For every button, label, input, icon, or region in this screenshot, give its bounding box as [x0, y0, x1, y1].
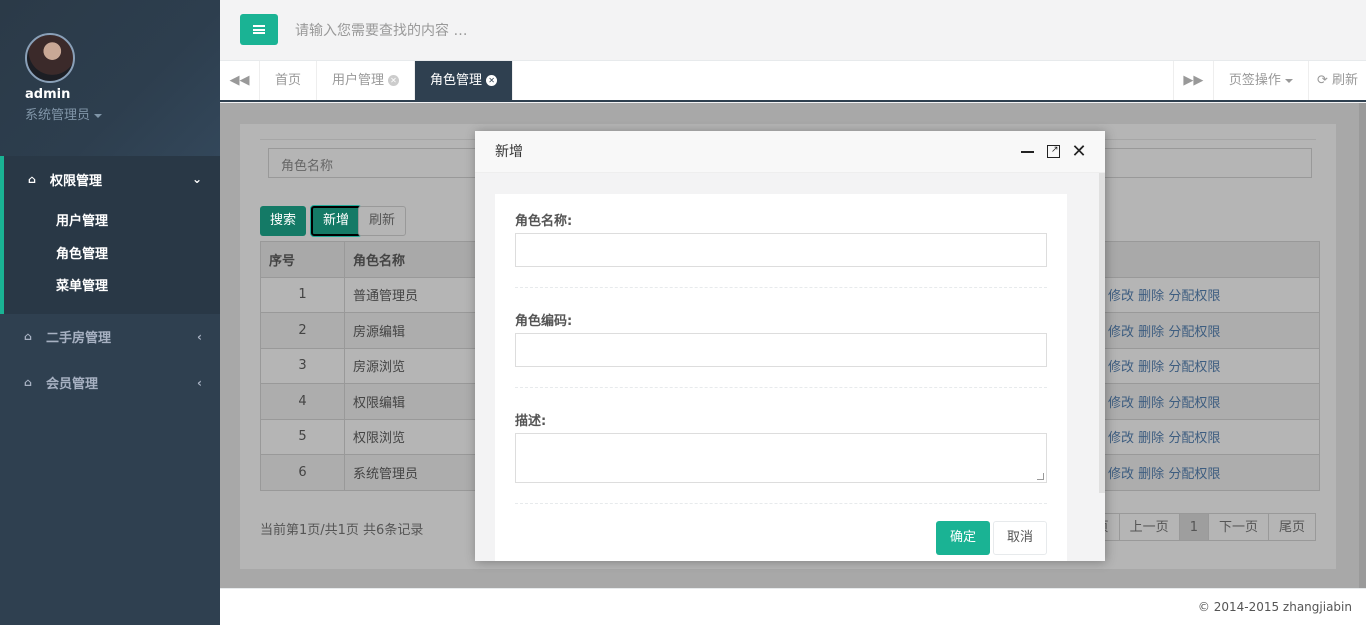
nav-head-members[interactable]: ⌂ 会员管理 ‹: [0, 360, 220, 406]
refresh-tab-button[interactable]: ⟳ 刷新: [1307, 61, 1366, 100]
home-icon: ⌂: [28, 172, 36, 186]
tab-home[interactable]: 首页: [260, 61, 318, 100]
menu-toggle-button[interactable]: [240, 14, 278, 45]
row-no: 4: [260, 383, 345, 420]
tab-bar: ◀◀ 首页 用户管理 ✕ 角色管理 ✕ ▶▶ 页签操作 ⟳ 刷新: [220, 61, 1366, 102]
row-no: 3: [260, 347, 345, 384]
dialog-body: 角色名称: 角色编码: 描述: 确定 取消: [495, 194, 1067, 561]
assign-permissions-link[interactable]: 分配权限: [1168, 289, 1220, 304]
next-page-button[interactable]: 下一页: [1207, 513, 1269, 541]
delete-link[interactable]: 删除: [1138, 431, 1164, 446]
delete-link[interactable]: 删除: [1138, 467, 1164, 482]
assign-permissions-link[interactable]: 分配权限: [1168, 467, 1220, 482]
confirm-button[interactable]: 确定: [936, 521, 990, 555]
footer: © 2014-2015 zhangjiabin: [220, 588, 1366, 625]
delete-link[interactable]: 删除: [1138, 360, 1164, 375]
nav-group-house: ⌂ 二手房管理 ‹: [0, 314, 220, 360]
chevron-down-icon: ⌄: [191, 172, 202, 186]
refresh-button[interactable]: 刷新: [358, 206, 407, 236]
user-name: admin: [25, 87, 71, 102]
nav-group-members: ⌂ 会员管理 ‹: [0, 360, 220, 406]
caret-down-icon: [94, 113, 103, 118]
row-actions: 修改 删除 分配权限: [1099, 312, 1320, 349]
home-icon: ⌂: [24, 376, 32, 389]
double-left-icon: ◀◀: [229, 73, 250, 88]
tab-roles[interactable]: 角色管理 ✕: [415, 61, 514, 100]
avatar[interactable]: [25, 33, 75, 83]
role-code-field[interactable]: [515, 333, 1047, 367]
desc-label: 描述:: [515, 414, 547, 429]
add-button[interactable]: 新增: [311, 206, 362, 236]
close-icon[interactable]: ✕: [388, 75, 400, 86]
edit-link[interactable]: 修改: [1108, 396, 1134, 411]
nav-head-house[interactable]: ⌂ 二手房管理 ‹: [0, 314, 220, 360]
assign-permissions-link[interactable]: 分配权限: [1168, 325, 1220, 340]
edit-link[interactable]: 修改: [1108, 289, 1134, 304]
pager: 页 上一页 1 下一页 尾页: [1084, 513, 1316, 541]
close-icon[interactable]: ✕: [486, 75, 498, 86]
search-button[interactable]: 搜索: [260, 206, 307, 236]
nav-group-permissions: ⌂ 权限管理 ⌄ 用户管理 角色管理 菜单管理: [0, 156, 220, 314]
page-info: 当前第1页/共1页 共6条记录: [260, 523, 424, 538]
dialog-header: 新增: [475, 131, 1105, 173]
sidebar: admin 系统管理员 ⌂ 权限管理 ⌄ 用户管理 角色管理 菜单管理 ⌂ 二手…: [0, 0, 220, 625]
assign-permissions-link[interactable]: 分配权限: [1168, 396, 1220, 411]
last-page-button[interactable]: 尾页: [1267, 513, 1316, 541]
role-code-label: 角色编码:: [515, 314, 573, 329]
row-actions: 修改 删除 分配权限: [1099, 454, 1320, 491]
delete-link[interactable]: 删除: [1138, 325, 1164, 340]
tabs-scroll-left-button[interactable]: ◀◀: [220, 61, 260, 100]
delete-link[interactable]: 删除: [1138, 396, 1164, 411]
dialog-scrollbar[interactable]: [1099, 173, 1105, 493]
refresh-icon: ⟳: [1316, 73, 1328, 88]
edit-link[interactable]: 修改: [1108, 360, 1134, 375]
hamburger-icon: [253, 24, 265, 36]
sidebar-item-users[interactable]: 用户管理: [56, 206, 220, 239]
row-no: 5: [260, 418, 345, 455]
row-no: 6: [260, 454, 345, 491]
maximize-icon[interactable]: ↗: [1045, 143, 1061, 159]
edit-link[interactable]: 修改: [1108, 431, 1134, 446]
row-no: 2: [260, 312, 345, 349]
tabs-scroll-right-button[interactable]: ▶▶: [1172, 61, 1213, 100]
home-icon: ⌂: [24, 330, 32, 343]
desc-textarea[interactable]: [515, 433, 1047, 483]
row-actions: 修改 删除 分配权限: [1099, 418, 1320, 455]
topbar: 请输入您需要查找的内容 …: [220, 0, 1366, 61]
user-role-dropdown[interactable]: 系统管理员: [25, 104, 220, 123]
dialog-title: 新增: [495, 144, 523, 160]
double-right-icon: ▶▶: [1183, 73, 1204, 88]
chevron-left-icon: ‹: [197, 375, 202, 390]
tab-users[interactable]: 用户管理 ✕: [317, 61, 416, 100]
add-role-dialog: 新增 ↗ ✕ 角色名称: 角色编码: 描述: 确定 取消: [475, 131, 1105, 561]
nav-head-permissions[interactable]: ⌂ 权限管理 ⌄: [4, 156, 220, 202]
delete-link[interactable]: 删除: [1138, 289, 1164, 304]
assign-permissions-link[interactable]: 分配权限: [1168, 431, 1220, 446]
cancel-button[interactable]: 取消: [993, 521, 1047, 555]
close-icon[interactable]: ✕: [1071, 141, 1087, 162]
row-actions: 修改 删除 分配权限: [1099, 276, 1320, 313]
page-1-button[interactable]: 1: [1178, 513, 1209, 541]
role-name-label: 角色名称:: [515, 214, 573, 229]
content-scrollbar[interactable]: [1359, 103, 1366, 588]
chevron-left-icon: ‹: [197, 329, 202, 344]
assign-permissions-link[interactable]: 分配权限: [1168, 360, 1220, 375]
col-no: 序号: [260, 241, 345, 278]
prev-page-button[interactable]: 上一页: [1118, 513, 1180, 541]
top-search-input[interactable]: 请输入您需要查找的内容 …: [295, 20, 467, 40]
sidebar-item-menus[interactable]: 菜单管理: [56, 271, 220, 304]
edit-link[interactable]: 修改: [1108, 467, 1134, 482]
caret-down-icon: [1284, 78, 1293, 83]
role-name-field[interactable]: [515, 233, 1047, 267]
page-ops-dropdown[interactable]: 页签操作: [1212, 61, 1308, 100]
row-actions: 修改 删除 分配权限: [1099, 347, 1320, 384]
edit-link[interactable]: 修改: [1108, 325, 1134, 340]
row-actions: 修改 删除 分配权限: [1099, 383, 1320, 420]
sidebar-item-roles[interactable]: 角色管理: [56, 239, 220, 272]
user-profile: admin 系统管理员: [0, 0, 220, 156]
minimize-icon[interactable]: [1019, 143, 1035, 159]
row-no: 1: [260, 276, 345, 313]
